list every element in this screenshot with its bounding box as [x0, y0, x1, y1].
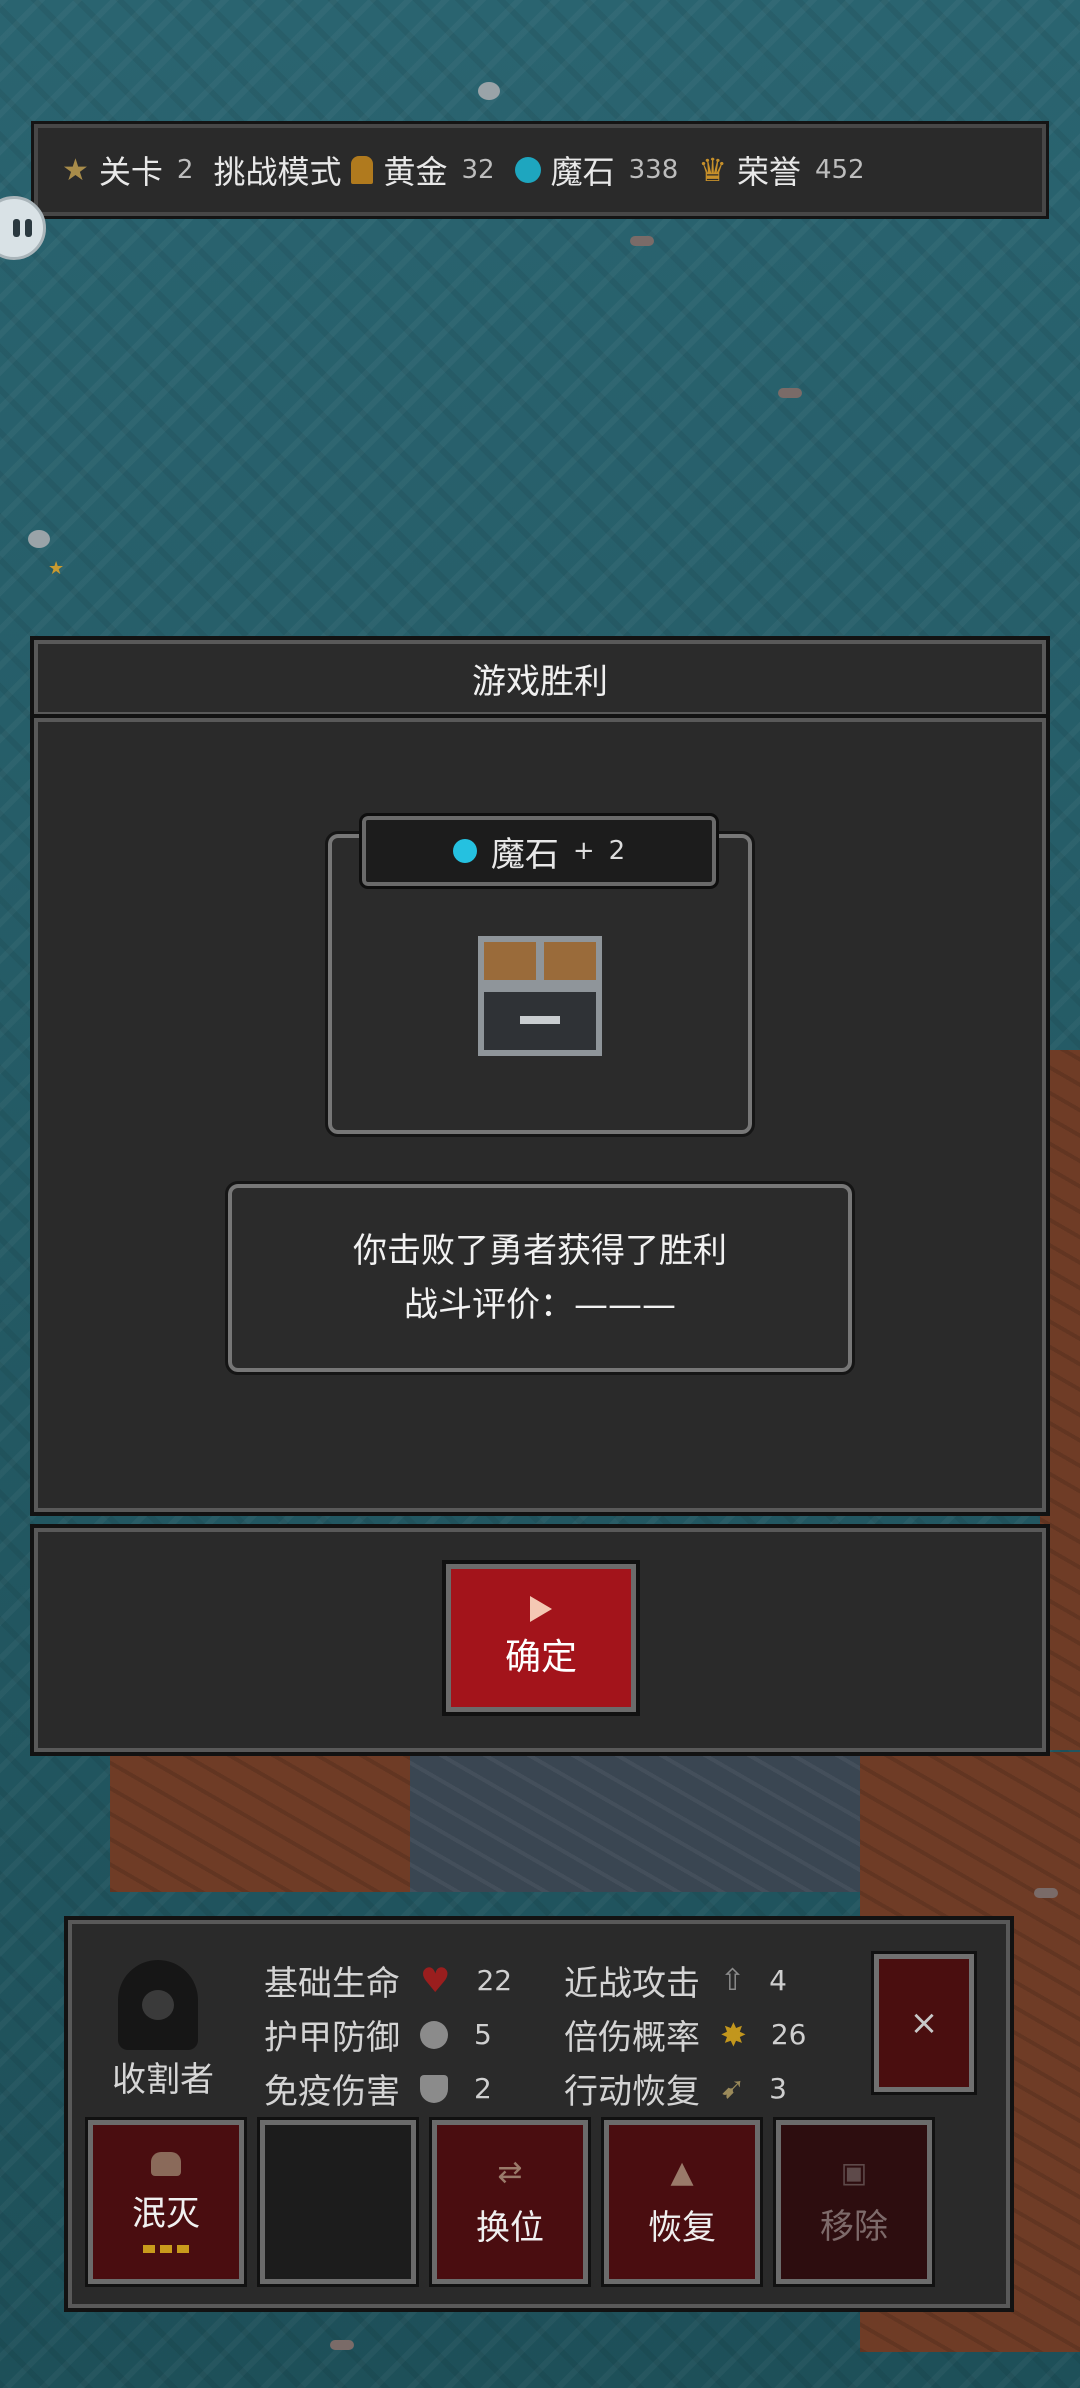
gold-value: 32: [461, 155, 495, 185]
stat-value: 22: [476, 1964, 513, 1997]
gold-icon: [351, 156, 374, 184]
swap-label: 换位: [476, 2208, 544, 2248]
annihilate-label: 泯灭: [132, 2193, 200, 2234]
confirm-label: 确定: [504, 1637, 577, 1678]
stat-label: 基础生命: [264, 1964, 400, 2004]
charge-bars: [143, 2244, 189, 2253]
reward-name: 魔石: [490, 834, 559, 875]
magic-stone-value: 338: [628, 155, 679, 185]
honor-label: 荣誉: [736, 153, 801, 191]
treasure-chest-icon: [478, 936, 602, 1060]
stat-melee-attack: 近战攻击 ⇧ 4: [564, 1956, 787, 2005]
immune-shield-icon: [420, 2074, 448, 2103]
stat-action-recovery: 行动恢复 ➹ 3: [564, 2064, 787, 2113]
stat-value: 26: [770, 2018, 807, 2051]
recover-button[interactable]: ▲ 恢复: [601, 2117, 763, 2287]
unit-info-panel: 收割者 基础生命 ♥ 22 近战攻击 ⇧ 4 护甲防御 5 倍伤概率 ✸ 26 …: [64, 1916, 1014, 2312]
unit-name: 收割者: [112, 2060, 214, 2100]
gold-label: 黄金: [383, 153, 448, 191]
stat-label: 护甲防御: [264, 2018, 400, 2058]
dirt-terrain: [110, 1752, 410, 1892]
stat-value: 4: [769, 1964, 787, 1997]
stat-armor: 护甲防御 5: [264, 2010, 492, 2059]
rock-icon: [28, 530, 50, 548]
remove-button[interactable]: ▣ 移除: [773, 2117, 935, 2287]
play-icon: [530, 1596, 552, 1622]
stat-label: 免疫伤害: [264, 2072, 400, 2112]
crit-icon: ✸: [720, 2015, 747, 2054]
dirt-terrain: [1040, 1050, 1080, 1750]
dialog-title-text: 游戏胜利: [472, 661, 608, 702]
fish-icon: [1034, 1888, 1058, 1898]
stat-crit-rate: 倍伤概率 ✸ 26: [564, 2010, 806, 2059]
fish-icon: [330, 2340, 354, 2350]
flask-icon: ▲: [670, 2155, 694, 2190]
armor-icon: [420, 2020, 448, 2049]
reward-plus: +: [572, 836, 595, 866]
stat-base-hp: 基础生命 ♥ 22: [264, 1956, 512, 2005]
trash-icon: ▣: [840, 2156, 868, 2189]
crown-icon: ♛: [698, 151, 727, 189]
attack-icon: ⇧: [720, 1963, 746, 1998]
magic-stone-icon: [514, 157, 541, 183]
dialog-title: 游戏胜利: [30, 636, 1050, 720]
mode-label: 挑战模式: [213, 153, 342, 191]
level-star-icon: ★: [62, 152, 89, 188]
remove-label: 移除: [820, 2207, 888, 2247]
recover-label: 恢复: [648, 2208, 716, 2248]
stat-label: 倍伤概率: [564, 2018, 700, 2058]
resource-bar: ★ 关卡 2 挑战模式 黄金 32 魔石 338 ♛ 荣誉 452: [31, 121, 1049, 219]
heart-icon: ♥: [420, 1960, 451, 2001]
confirm-button[interactable]: 确定: [442, 1560, 640, 1716]
fish-icon: [778, 388, 802, 398]
skull-icon: [151, 2151, 181, 2176]
message-line1: 你击败了勇者获得了胜利: [353, 1231, 727, 1271]
level-value: 2: [176, 155, 194, 185]
annihilate-button[interactable]: 泯灭: [85, 2117, 247, 2287]
rock-icon: [478, 82, 500, 100]
message-line2: 战斗评价：———: [404, 1285, 676, 1325]
stat-immune-damage: 免疫伤害 2: [264, 2064, 492, 2113]
fish-icon: [630, 236, 654, 246]
stat-value: 2: [474, 2072, 492, 2105]
close-unit-button[interactable]: ×: [871, 1951, 977, 2095]
reward-amount: 2: [608, 836, 626, 866]
action-icon: ➹: [720, 2071, 746, 2106]
empty-skill-slot[interactable]: [257, 2117, 419, 2287]
stat-value: 3: [769, 2072, 787, 2105]
stat-label: 行动恢复: [564, 2072, 700, 2112]
stat-label: 近战攻击: [564, 1964, 700, 2004]
magic-stone-label: 魔石: [550, 153, 615, 191]
level-label: 关卡: [98, 153, 163, 191]
reaper-portrait: [108, 1954, 208, 2054]
stat-value: 5: [474, 2018, 492, 2051]
reward-label: 魔石 + 2: [359, 813, 719, 889]
close-icon: ×: [909, 2003, 939, 2043]
magic-stone-icon: [452, 839, 477, 863]
honor-value: 452: [814, 155, 865, 185]
star-marker-icon: ★: [48, 558, 65, 579]
battle-result-message: 你击败了勇者获得了胜利 战斗评价：———: [225, 1181, 855, 1375]
swap-icon: ⇄: [497, 2155, 523, 2190]
stone-terrain: [410, 1752, 860, 1892]
swap-button[interactable]: ⇄ 换位: [429, 2117, 591, 2287]
